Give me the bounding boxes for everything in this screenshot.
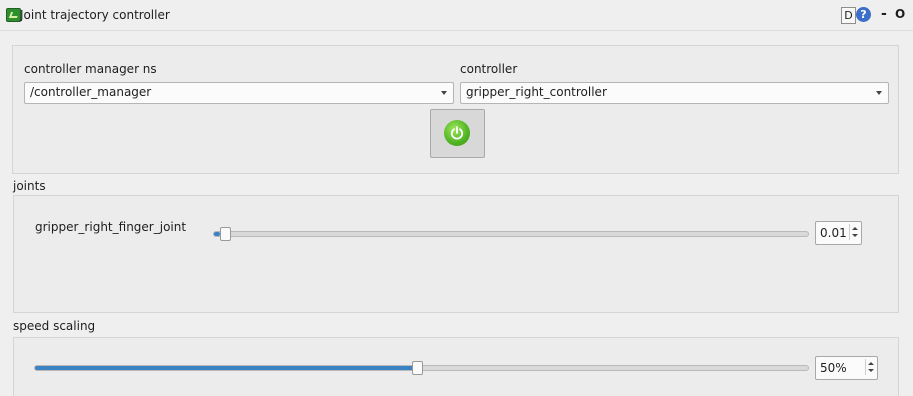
chevron-down-icon [441, 91, 447, 95]
speed-group: 50% [13, 337, 899, 396]
app-icon [6, 8, 21, 22]
close-button[interactable]: O [895, 7, 905, 21]
speed-slider-handle[interactable] [412, 361, 423, 375]
ns-value: /controller_manager [30, 85, 152, 99]
chevron-up-icon[interactable] [852, 227, 858, 230]
d-button[interactable]: D [841, 7, 856, 24]
joint-value: 0.01 [820, 226, 847, 240]
joints-section-label: joints [13, 179, 46, 193]
window-title: Joint trajectory controller [20, 8, 170, 22]
joint-slider-handle[interactable] [220, 227, 231, 241]
enable-controller-button[interactable] [430, 109, 485, 158]
chevron-up-icon[interactable] [868, 362, 874, 365]
chevron-down-icon[interactable] [852, 234, 858, 237]
speed-slider[interactable] [34, 361, 809, 375]
controller-select[interactable]: gripper_right_controller [460, 82, 889, 104]
chevron-down-icon [876, 91, 882, 95]
minimize-button[interactable]: - [881, 6, 887, 22]
joint-slider[interactable] [213, 227, 809, 241]
spin-arrows[interactable] [849, 224, 859, 240]
power-icon [444, 120, 470, 146]
speed-value: 50% [820, 361, 847, 375]
joint-name: gripper_right_finger_joint [35, 220, 187, 234]
title-bar: Joint trajectory controller D ? - O [0, 0, 913, 31]
controller-panel: controller manager ns /controller_manage… [12, 45, 899, 174]
spin-arrows[interactable] [865, 359, 875, 375]
ns-label: controller manager ns [24, 62, 157, 76]
controller-manager-ns-select[interactable]: /controller_manager [24, 82, 454, 104]
help-icon[interactable]: ? [856, 7, 871, 22]
speed-value-spinbox[interactable]: 50% [815, 356, 878, 380]
chevron-down-icon[interactable] [868, 369, 874, 372]
joints-group: gripper_right_finger_joint 0.01 [13, 195, 899, 313]
controller-value: gripper_right_controller [466, 85, 607, 99]
speed-section-label: speed scaling [13, 319, 96, 333]
joint-value-spinbox[interactable]: 0.01 [815, 221, 862, 245]
controller-label: controller [460, 62, 518, 76]
speed-slider-fill [35, 366, 418, 370]
